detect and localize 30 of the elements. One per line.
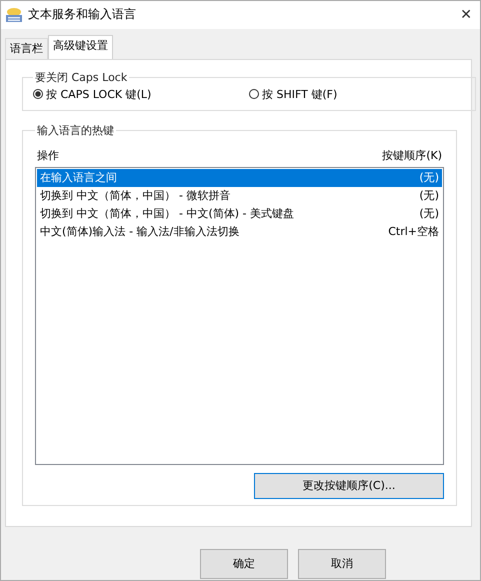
tab[interactable]: 高级键设置 bbox=[48, 34, 113, 60]
column-header: 按键顺序(K) bbox=[382, 148, 442, 163]
group-title: 输入语言的热键 bbox=[36, 122, 115, 138]
action-text: 中文(简体)输入法 - 输入法/非输入法切换 bbox=[40, 224, 240, 240]
radio-option[interactable]: 按 SHIFT 键(F) bbox=[249, 86, 465, 102]
group-title: 要关闭 Caps Lock bbox=[34, 70, 128, 85]
close-button[interactable]: ✕ bbox=[460, 6, 472, 23]
radio-button[interactable] bbox=[33, 89, 43, 100]
window-title: 文本服务和输入语言 bbox=[28, 6, 137, 24]
key-sequence: (无) bbox=[419, 206, 439, 222]
change-key-sequence-button[interactable]: 更改按键顺序(C)... bbox=[254, 472, 444, 499]
action-text: 切换到 中文（简体，中国） - 中文(简体) - 美式键盘 bbox=[40, 206, 294, 222]
list-row[interactable]: 在输入语言之间 (无) bbox=[37, 168, 442, 187]
keyboard-icon bbox=[5, 6, 23, 23]
dialog-button[interactable]: 取消 bbox=[298, 548, 386, 579]
list-row[interactable]: 中文(简体)输入法 - 输入法/非输入法切换 Ctrl+空格 bbox=[37, 222, 442, 241]
radio-button[interactable] bbox=[249, 89, 259, 100]
column-header: 操作 bbox=[37, 148, 59, 163]
dialog-button[interactable]: 确定 bbox=[200, 548, 288, 579]
radio-label: 按 CAPS LOCK 键(L) bbox=[46, 86, 152, 102]
key-sequence: (无) bbox=[419, 170, 439, 186]
list-row[interactable]: 切换到 中文（简体，中国） - 微软拼音 (无) bbox=[37, 186, 442, 205]
key-sequence: Ctrl+空格 bbox=[388, 224, 439, 240]
tab[interactable]: 语言栏 bbox=[5, 38, 48, 59]
list-row[interactable]: 切换到 中文（简体，中国） - 中文(简体) - 美式键盘 (无) bbox=[37, 204, 442, 223]
key-sequence: (无) bbox=[419, 188, 439, 204]
radio-option[interactable]: 按 CAPS LOCK 键(L) bbox=[33, 86, 249, 102]
action-text: 切换到 中文（简体，中国） - 微软拼音 bbox=[40, 188, 230, 204]
radio-label: 按 SHIFT 键(F) bbox=[262, 86, 338, 102]
action-text: 在输入语言之间 bbox=[40, 170, 117, 186]
